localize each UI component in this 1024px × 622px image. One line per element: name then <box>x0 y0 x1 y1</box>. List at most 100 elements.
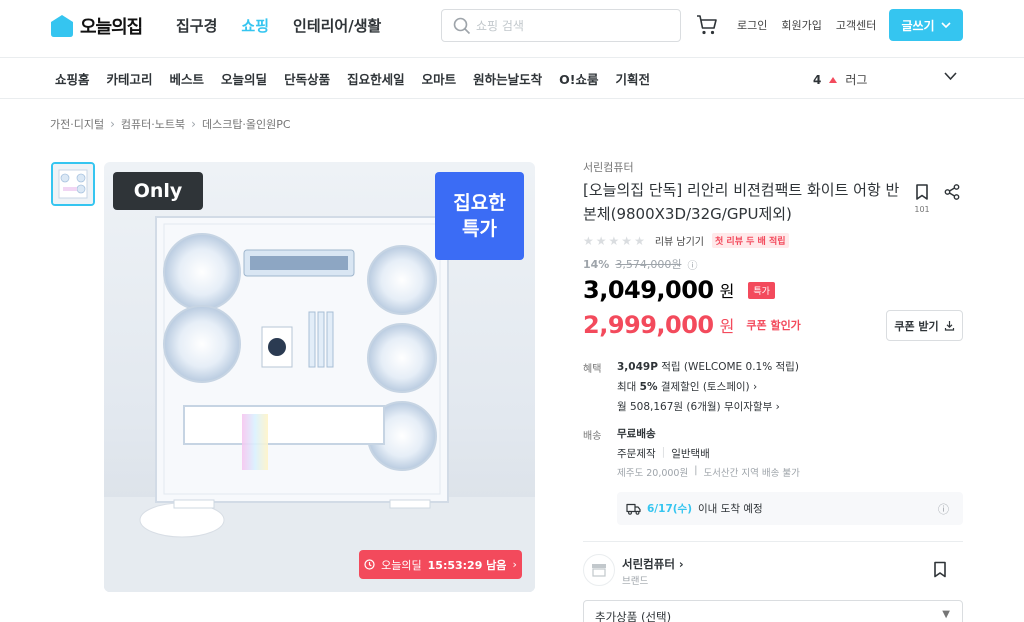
currency-unit: 원 <box>719 282 735 301</box>
pc-thumbnail-illustration <box>53 164 93 204</box>
star-icon: ★ <box>583 233 594 248</box>
breadcrumb-item[interactable]: 가전·디지털 <box>50 116 104 132</box>
points-amount: 3,049P <box>617 361 658 373</box>
search-input[interactable] <box>476 16 666 36</box>
card-prefix: 최대 <box>617 381 637 393</box>
bookmark-icon[interactable] <box>932 561 948 578</box>
arrival-text: 이내 도착 예정 <box>698 503 763 515</box>
cat-desired-date[interactable]: 원하는날도착 <box>473 69 542 88</box>
top-header: 오늘의집 집구경 쇼핑 인테리어/생활 로그인 회원가입 고객센터 글쓰기 <box>0 0 1024 58</box>
addon-product-select[interactable]: 추가상품 (선택) ▼ <box>583 600 963 622</box>
chevron-right-icon: › <box>775 401 780 413</box>
rank-number: 4 <box>813 72 822 87</box>
shipping-extra: 제주도 20,000원 | 도서산간 지역 배송 불가 <box>617 465 800 479</box>
deal-timer[interactable]: 오늘의딜 15:53:29 남음 › <box>359 550 522 579</box>
seller-name[interactable]: 서린컴퓨터 › <box>622 556 684 572</box>
main-product-image[interactable]: Only 집요한 특가 오늘의딜 15:53:29 남음 › <box>104 162 535 592</box>
chevron-right-icon: › <box>110 117 115 131</box>
login-link[interactable]: 로그인 <box>737 17 767 33</box>
write-review-link[interactable]: 리뷰 남기기 <box>655 233 704 248</box>
cat-exhibition[interactable]: 기획전 <box>615 69 650 88</box>
info-icon[interactable]: ⓘ <box>687 257 697 272</box>
section-divider <box>583 541 963 542</box>
cat-best[interactable]: 베스트 <box>170 69 205 88</box>
product-title: [오늘의집 단독] 리안리 비젼컴팩트 화이트 어항 반본체(9800X3D/3… <box>583 181 900 223</box>
rank-up-icon <box>829 76 838 83</box>
cat-exclusive[interactable]: 단독상품 <box>284 69 330 88</box>
special-badge: 특가 <box>748 281 775 299</box>
write-button-label: 글쓰기 <box>901 18 935 33</box>
cat-todays-deal[interactable]: 오늘의딜 <box>221 69 267 88</box>
star-icon: ★ <box>595 233 607 248</box>
clock-icon <box>364 559 375 570</box>
bookmark-button[interactable]: 101 <box>913 183 931 214</box>
coupon-button-label: 쿠폰 받기 <box>894 319 939 333</box>
get-coupon-button[interactable]: 쿠폰 받기 <box>886 310 963 341</box>
category-items: 쇼핑홈 카테고리 베스트 오늘의딜 단독상품 집요한세일 오마트 원하는날도착 … <box>55 69 650 88</box>
thumbnail-image[interactable] <box>51 162 95 206</box>
breadcrumb-item[interactable]: 컴퓨터·노트북 <box>121 116 185 132</box>
benefit-label: 혜택 <box>583 364 602 375</box>
info-icon[interactable]: ⓘ <box>938 501 949 517</box>
rank-keyword: 러그 <box>845 73 868 87</box>
addon-label: 추가상품 (선택) <box>595 610 672 622</box>
points-desc: 적립 (WELCOME 0.1% 적립) <box>661 361 799 373</box>
currency-unit: 원 <box>719 317 735 336</box>
popular-keyword-rank[interactable]: 4 러그 <box>813 71 867 88</box>
chevron-down-icon[interactable] <box>944 72 957 81</box>
shipping-extra-1: 제주도 20,000원 <box>617 468 689 479</box>
nav-interior-life[interactable]: 인테리어/생활 <box>293 15 381 36</box>
brand-name[interactable]: 서린컴퓨터 <box>583 159 634 175</box>
card-discount-desc: 결제할인 (토스페이) <box>660 381 750 393</box>
chevron-right-icon: › <box>753 381 758 393</box>
timer-time: 15:53:29 남음 <box>427 558 507 572</box>
cat-shopping-home[interactable]: 쇼핑홈 <box>55 69 90 88</box>
search-icon <box>453 17 471 35</box>
share-icon[interactable] <box>943 183 961 201</box>
shipping-label: 배송 <box>583 431 602 442</box>
nav-house-tour[interactable]: 집구경 <box>176 15 217 36</box>
only-badge: Only <box>113 172 203 210</box>
points-benefit: 3,049P 적립 (WELCOME 0.1% 적립) <box>617 359 799 374</box>
discount-row: 14% 3,574,000원 ⓘ <box>583 256 697 272</box>
cat-omart[interactable]: 오마트 <box>422 69 457 88</box>
review-reward-badge: 첫 리뷰 두 배 적립 <box>712 233 789 248</box>
star-icon: ★ <box>608 233 620 248</box>
installment-text: 월 508,167원 (6개월) 무이자할부 <box>617 401 773 413</box>
timer-label: 오늘의딜 <box>381 558 422 572</box>
seller-avatar[interactable] <box>583 554 615 586</box>
logo-text: 오늘의집 <box>80 17 143 38</box>
breadcrumb-item[interactable]: 데스크탑·올인원PC <box>202 116 291 132</box>
logo[interactable]: 오늘의집 <box>50 13 143 39</box>
shipping-type: 주문제작 | 일반택배 <box>617 446 710 461</box>
arrival-estimate: 6/17(수) 이내 도착 예정 ⓘ <box>617 492 963 525</box>
nav-shopping[interactable]: 쇼핑 <box>241 15 269 36</box>
truck-icon <box>626 503 641 515</box>
cart-icon[interactable] <box>696 14 718 36</box>
bookmark-icon <box>916 184 928 200</box>
bookmark-count: 101 <box>914 205 930 214</box>
cat-o-showroom[interactable]: O!쇼룸 <box>559 69 598 88</box>
installment-benefit[interactable]: 월 508,167원 (6개월) 무이자할부 › <box>617 399 780 414</box>
arrival-date: 6/17(수) <box>647 503 693 515</box>
signup-link[interactable]: 회원가입 <box>781 17 821 33</box>
divider: | <box>694 465 698 476</box>
original-price: 3,574,000원 <box>615 258 682 271</box>
cat-category[interactable]: 카테고리 <box>107 69 153 88</box>
write-button[interactable]: 글쓰기 <box>889 9 963 41</box>
cat-sale[interactable]: 집요한세일 <box>347 69 405 88</box>
shipping-type-1: 주문제작 <box>617 448 656 460</box>
category-nav: 쇼핑홈 카테고리 베스트 오늘의딜 단독상품 집요한세일 오마트 원하는날도착 … <box>0 58 1024 99</box>
card-discount-benefit[interactable]: 최대 5% 결제할인 (토스페이) › <box>617 379 757 394</box>
util-links: 로그인 회원가입 고객센터 <box>737 17 876 33</box>
store-icon <box>592 564 606 577</box>
customer-center-link[interactable]: 고객센터 <box>836 17 876 33</box>
chevron-right-icon: › <box>512 558 517 571</box>
main-nav: 집구경 쇼핑 인테리어/생활 <box>176 15 381 36</box>
chevron-down-icon <box>940 21 951 28</box>
shipping-type-2: 일반택배 <box>671 448 710 460</box>
discount-percent: 14% <box>583 257 610 271</box>
divider: | <box>661 446 666 458</box>
rating-row: ★ ★ ★ ★ ★ 리뷰 남기기 첫 리뷰 두 배 적립 <box>583 233 789 248</box>
download-icon <box>944 321 954 331</box>
